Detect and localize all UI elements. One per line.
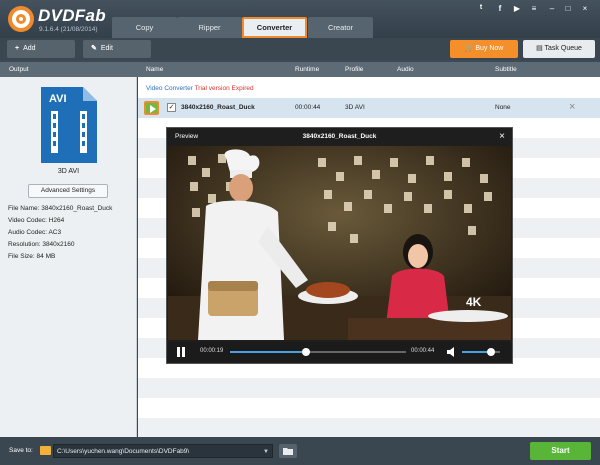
maximize-icon[interactable]: □ — [562, 4, 574, 13]
info-video-codec: Video Codec: H264 — [8, 217, 65, 224]
row-checkbox[interactable]: ✓ — [167, 103, 176, 112]
table-row[interactable]: ✓ 3840x2160_Roast_Duck 00:00:44 3D AVI N… — [138, 98, 600, 118]
col-audio[interactable]: Audio — [397, 62, 414, 77]
chevron-down-icon[interactable]: ▼ — [263, 445, 269, 459]
mode-line: Video Converter Trial version Expired — [146, 85, 254, 92]
edit-button[interactable]: ✎ Edit — [83, 40, 151, 58]
dvdfab-logo-icon — [8, 6, 34, 32]
task-queue-icon: ▤ — [536, 45, 545, 52]
save-path-value: C:\Users\yuchen.wang\Documents\DVDFab9\ — [57, 448, 190, 455]
pause-icon[interactable] — [176, 347, 186, 357]
remove-icon[interactable]: × — [569, 101, 575, 113]
row-name: 3840x2160_Roast_Duck — [181, 104, 255, 111]
task-queue-button[interactable]: ▤ Task Queue — [523, 40, 595, 58]
minimize-icon[interactable]: – — [546, 4, 558, 13]
close-icon[interactable]: × — [579, 4, 591, 13]
info-audio-codec: Audio Codec: AC3 — [8, 229, 62, 236]
row-profile[interactable]: 3D AVI — [345, 104, 365, 111]
col-name[interactable]: Name — [146, 62, 163, 77]
empty-row — [138, 378, 600, 398]
play-icon[interactable] — [144, 101, 159, 115]
add-button[interactable]: + Add — [7, 40, 75, 58]
tab-converter[interactable]: Converter — [242, 17, 307, 38]
open-folder-icon — [283, 448, 293, 455]
app-version: 9.1.6.4 (21/08/2014) — [39, 26, 98, 33]
col-runtime[interactable]: Runtime — [295, 62, 319, 77]
tab-copy[interactable]: Copy — [112, 17, 177, 38]
player-controls: 00:00:19 00:00:44 — [167, 342, 512, 362]
bottom-bar: Save to: C:\Users\yuchen.wang\Documents\… — [0, 437, 600, 465]
edit-icon: ✎ — [91, 45, 97, 52]
browse-folder-button[interactable] — [279, 444, 297, 458]
row-subtitle[interactable]: None — [495, 104, 511, 111]
info-resolution: Resolution: 3840x2160 — [8, 241, 75, 248]
expired-label: Expired — [231, 85, 254, 92]
preview-window: Preview 3840x2160_Roast_Duck × 4K 00:00:… — [166, 127, 513, 364]
preview-filename: 3840x2160_Roast_Duck — [302, 133, 377, 140]
column-header: Output Name Runtime Profile Audio Subtit… — [0, 62, 600, 77]
advanced-settings-button[interactable]: Advanced Settings — [28, 184, 108, 198]
tab-creator[interactable]: Creator — [308, 17, 373, 38]
plus-icon: + — [15, 45, 20, 52]
volume-slider[interactable] — [462, 348, 500, 356]
volume-handle[interactable] — [486, 348, 495, 356]
mode-label: Video Converter — [146, 85, 193, 92]
avi-badge: AVI — [49, 93, 67, 105]
buy-now-button[interactable]: 🛒 Buy Now — [450, 40, 518, 58]
current-time: 00:00:19 — [200, 348, 224, 354]
trial-label: Trial version — [194, 85, 230, 92]
format-name: 3D AVI — [57, 168, 80, 175]
info-file-name: File Name: 3840x2160_Roast_Duck — [8, 205, 113, 212]
task-queue-label: Task Queue — [544, 45, 582, 52]
col-subtitle[interactable]: Subtitle — [495, 62, 517, 77]
cart-icon: 🛒 — [464, 45, 476, 52]
toolbar: + Add ✎ Edit 🛒 Buy Now ▤ Task Queue — [0, 38, 600, 60]
avi-file-icon[interactable]: AVI — [41, 87, 97, 163]
col-profile[interactable]: Profile — [345, 62, 363, 77]
start-button[interactable]: Start — [530, 442, 591, 460]
app-brand: DVDFab — [38, 6, 106, 25]
youtube-icon[interactable]: ▶ — [511, 4, 523, 13]
facebook-icon[interactable]: f — [494, 4, 506, 13]
seek-handle[interactable] — [301, 348, 310, 356]
save-path-dropdown[interactable]: C:\Users\yuchen.wang\Documents\DVDFab9\ … — [53, 444, 273, 458]
title-bar: DVDFab 9.1.6.4 (21/08/2014) Copy Ripper … — [0, 0, 600, 38]
preview-title-bar[interactable]: Preview 3840x2160_Roast_Duck × — [167, 128, 512, 146]
add-label: Add — [23, 45, 36, 52]
edit-label: Edit — [100, 45, 113, 52]
output-panel: AVI 3D AVI Advanced Settings File Name: … — [0, 77, 137, 437]
info-file-size: File Size: 84 MB — [8, 253, 56, 260]
video-frame: 4K — [168, 146, 511, 340]
col-output: Output — [9, 66, 29, 73]
buy-now-label: Buy Now — [475, 45, 504, 52]
volume-icon[interactable] — [447, 347, 457, 357]
twitter-icon[interactable]: t — [475, 4, 487, 11]
total-time: 00:00:44 — [411, 348, 435, 354]
save-to-label: Save to: — [9, 447, 33, 454]
seek-bar[interactable] — [230, 348, 406, 356]
video-watermark: 4K — [466, 295, 482, 309]
tab-ripper[interactable]: Ripper — [177, 17, 242, 38]
row-runtime: 00:00:44 — [295, 104, 321, 111]
menu-icon[interactable]: ≡ — [528, 4, 540, 13]
preview-close-icon[interactable]: × — [499, 128, 505, 146]
empty-row — [138, 418, 600, 438]
folder-icon — [40, 446, 51, 455]
seek-progress — [230, 351, 306, 353]
